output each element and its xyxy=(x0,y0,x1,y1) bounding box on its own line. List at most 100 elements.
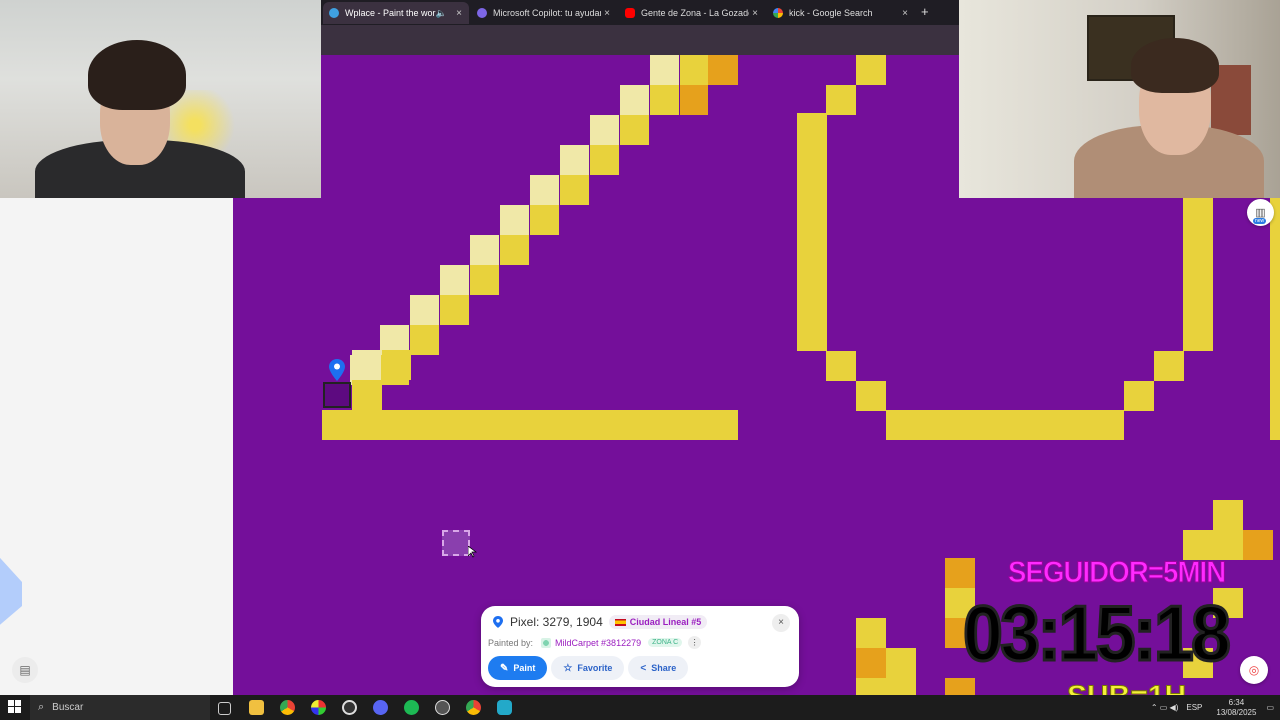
tab-wplace[interactable]: Wplace - Paint the world 🔈 × xyxy=(323,2,469,24)
pixel-block xyxy=(440,295,469,325)
pixel-block xyxy=(945,558,975,588)
task-view-icon[interactable] xyxy=(218,702,231,715)
app-icon[interactable] xyxy=(435,700,450,715)
close-tab-icon[interactable]: × xyxy=(749,8,761,19)
close-tab-icon[interactable]: × xyxy=(601,8,613,19)
pixel-block xyxy=(560,175,589,205)
region-name: Ciudad Lineal #5 xyxy=(629,617,702,627)
tab-copilot[interactable]: Microsoft Copilot: tu ayudante × xyxy=(471,2,617,24)
hover-pixel-cursor xyxy=(442,530,470,556)
share-icon: < xyxy=(640,662,647,674)
close-panel-button[interactable]: × xyxy=(772,614,790,632)
speaker-icon[interactable]: 🔈 xyxy=(436,8,447,19)
pixel-block xyxy=(1183,198,1213,351)
clock[interactable]: 6:34 13/08/2025 xyxy=(1216,698,1256,718)
favorite-button-label: Favorite xyxy=(577,663,613,673)
pixel-block xyxy=(500,205,529,235)
pixel-info-panel: Pixel: 3279, 1904 Ciudad Lineal #5 × Pai… xyxy=(481,606,799,687)
pixel-block xyxy=(856,381,886,411)
pixel-block xyxy=(470,265,499,295)
tab-youtube[interactable]: Gente de Zona - La Gozadera ( × xyxy=(619,2,765,24)
system-tray: ⌃ ▭ ◀) ESP 6:34 13/08/2025 ▭ xyxy=(1151,695,1280,720)
pixel-block xyxy=(826,85,856,115)
paint-button[interactable]: ✎ Paint xyxy=(488,656,548,680)
file-explorer-icon[interactable] xyxy=(249,700,264,715)
tray-icons[interactable]: ⌃ ▭ ◀) xyxy=(1151,703,1179,712)
notification-icon[interactable]: ▭ xyxy=(1266,703,1274,712)
countdown-timer: 03:15:18 xyxy=(962,588,1233,679)
painted-by-label: Painted by: xyxy=(488,637,534,648)
pixel-block xyxy=(945,678,975,695)
spotify-icon[interactable] xyxy=(404,700,419,715)
pixel-block xyxy=(530,205,559,235)
pixel-block xyxy=(856,55,886,85)
spain-flag-icon xyxy=(614,618,626,626)
pixel-block xyxy=(590,115,619,145)
google-favicon-icon xyxy=(773,8,783,18)
wplace-favicon-icon xyxy=(329,8,339,18)
colorful-app-icon[interactable] xyxy=(311,700,326,715)
tab-google[interactable]: kick - Google Search × xyxy=(767,2,915,24)
pixel-block xyxy=(410,325,439,355)
discord-icon[interactable] xyxy=(373,700,388,715)
pixel-block xyxy=(352,350,381,380)
edge-icon[interactable] xyxy=(497,700,512,715)
pixel-block xyxy=(650,85,679,115)
pixel-block xyxy=(856,678,916,695)
windows-start-icon[interactable] xyxy=(8,700,22,714)
map-shape xyxy=(0,528,22,648)
pixel-block xyxy=(382,350,411,380)
follower-rule-text: SEGUIDOR=5MIN xyxy=(1008,556,1227,590)
clock-date: 13/08/2025 xyxy=(1216,707,1257,717)
pixel-block xyxy=(500,235,529,265)
pixel-block xyxy=(826,351,856,381)
region-badge[interactable]: Ciudad Lineal #5 xyxy=(608,615,708,629)
obs-icon[interactable] xyxy=(342,700,357,715)
copilot-favicon-icon xyxy=(477,8,487,18)
tab-title: kick - Google Search xyxy=(789,8,873,18)
tab-title: Gente de Zona - La Gozadera ( xyxy=(641,8,749,18)
map-left-area[interactable] xyxy=(0,198,233,695)
pixel-block xyxy=(1124,381,1154,411)
pixel-block xyxy=(680,55,709,85)
pixel-block xyxy=(470,235,499,265)
taskbar-search-input[interactable]: ⌕ Buscar xyxy=(30,695,210,720)
chrome-icon[interactable] xyxy=(280,700,295,715)
painter-avatar xyxy=(541,637,552,648)
layers-button[interactable]: ▤ xyxy=(12,657,38,683)
chrome-active-icon[interactable] xyxy=(466,700,481,715)
youtube-favicon-icon xyxy=(625,8,635,18)
pixel-block xyxy=(620,115,649,145)
pixel-block xyxy=(352,380,382,410)
browser-toolbar xyxy=(321,25,959,55)
locate-button[interactable]: ◎ xyxy=(1240,656,1268,684)
pixel-block xyxy=(1243,530,1273,560)
search-placeholder: Buscar xyxy=(52,702,84,713)
pixel-block xyxy=(560,145,589,175)
webcam-right xyxy=(959,0,1280,198)
pixel-block xyxy=(530,175,559,205)
pixel-block xyxy=(1154,351,1184,381)
share-button-label: Share xyxy=(651,663,677,673)
webcam-left xyxy=(0,0,321,198)
search-icon: ⌕ xyxy=(38,701,45,713)
painter-name[interactable]: MildCarpet #3812279 xyxy=(555,638,641,648)
close-tab-icon[interactable]: × xyxy=(899,8,911,19)
pixel-block xyxy=(650,55,679,85)
more-options-icon[interactable]: ⋮ xyxy=(688,636,702,649)
windows-taskbar: ⌕ Buscar ⌃ ▭ ◀) ESP 6:34 13/08/2025 ▭ xyxy=(0,695,1280,720)
pixel-block xyxy=(680,85,708,115)
new-tab-button[interactable]: + xyxy=(921,4,929,19)
share-button[interactable]: < Share xyxy=(628,656,689,680)
new-badge: new xyxy=(1253,218,1267,224)
language-indicator[interactable]: ESP xyxy=(1186,703,1202,712)
selected-pixel[interactable] xyxy=(323,382,351,408)
pixel-block xyxy=(410,295,439,325)
mouse-pointer-icon xyxy=(468,546,478,558)
pixel-block xyxy=(797,113,827,351)
favorite-button[interactable]: ☆ Favorite xyxy=(551,656,625,680)
close-tab-icon[interactable]: × xyxy=(453,8,465,19)
pixel-block xyxy=(440,265,469,295)
pixel-block xyxy=(708,55,738,85)
location-pin-icon xyxy=(493,616,503,628)
